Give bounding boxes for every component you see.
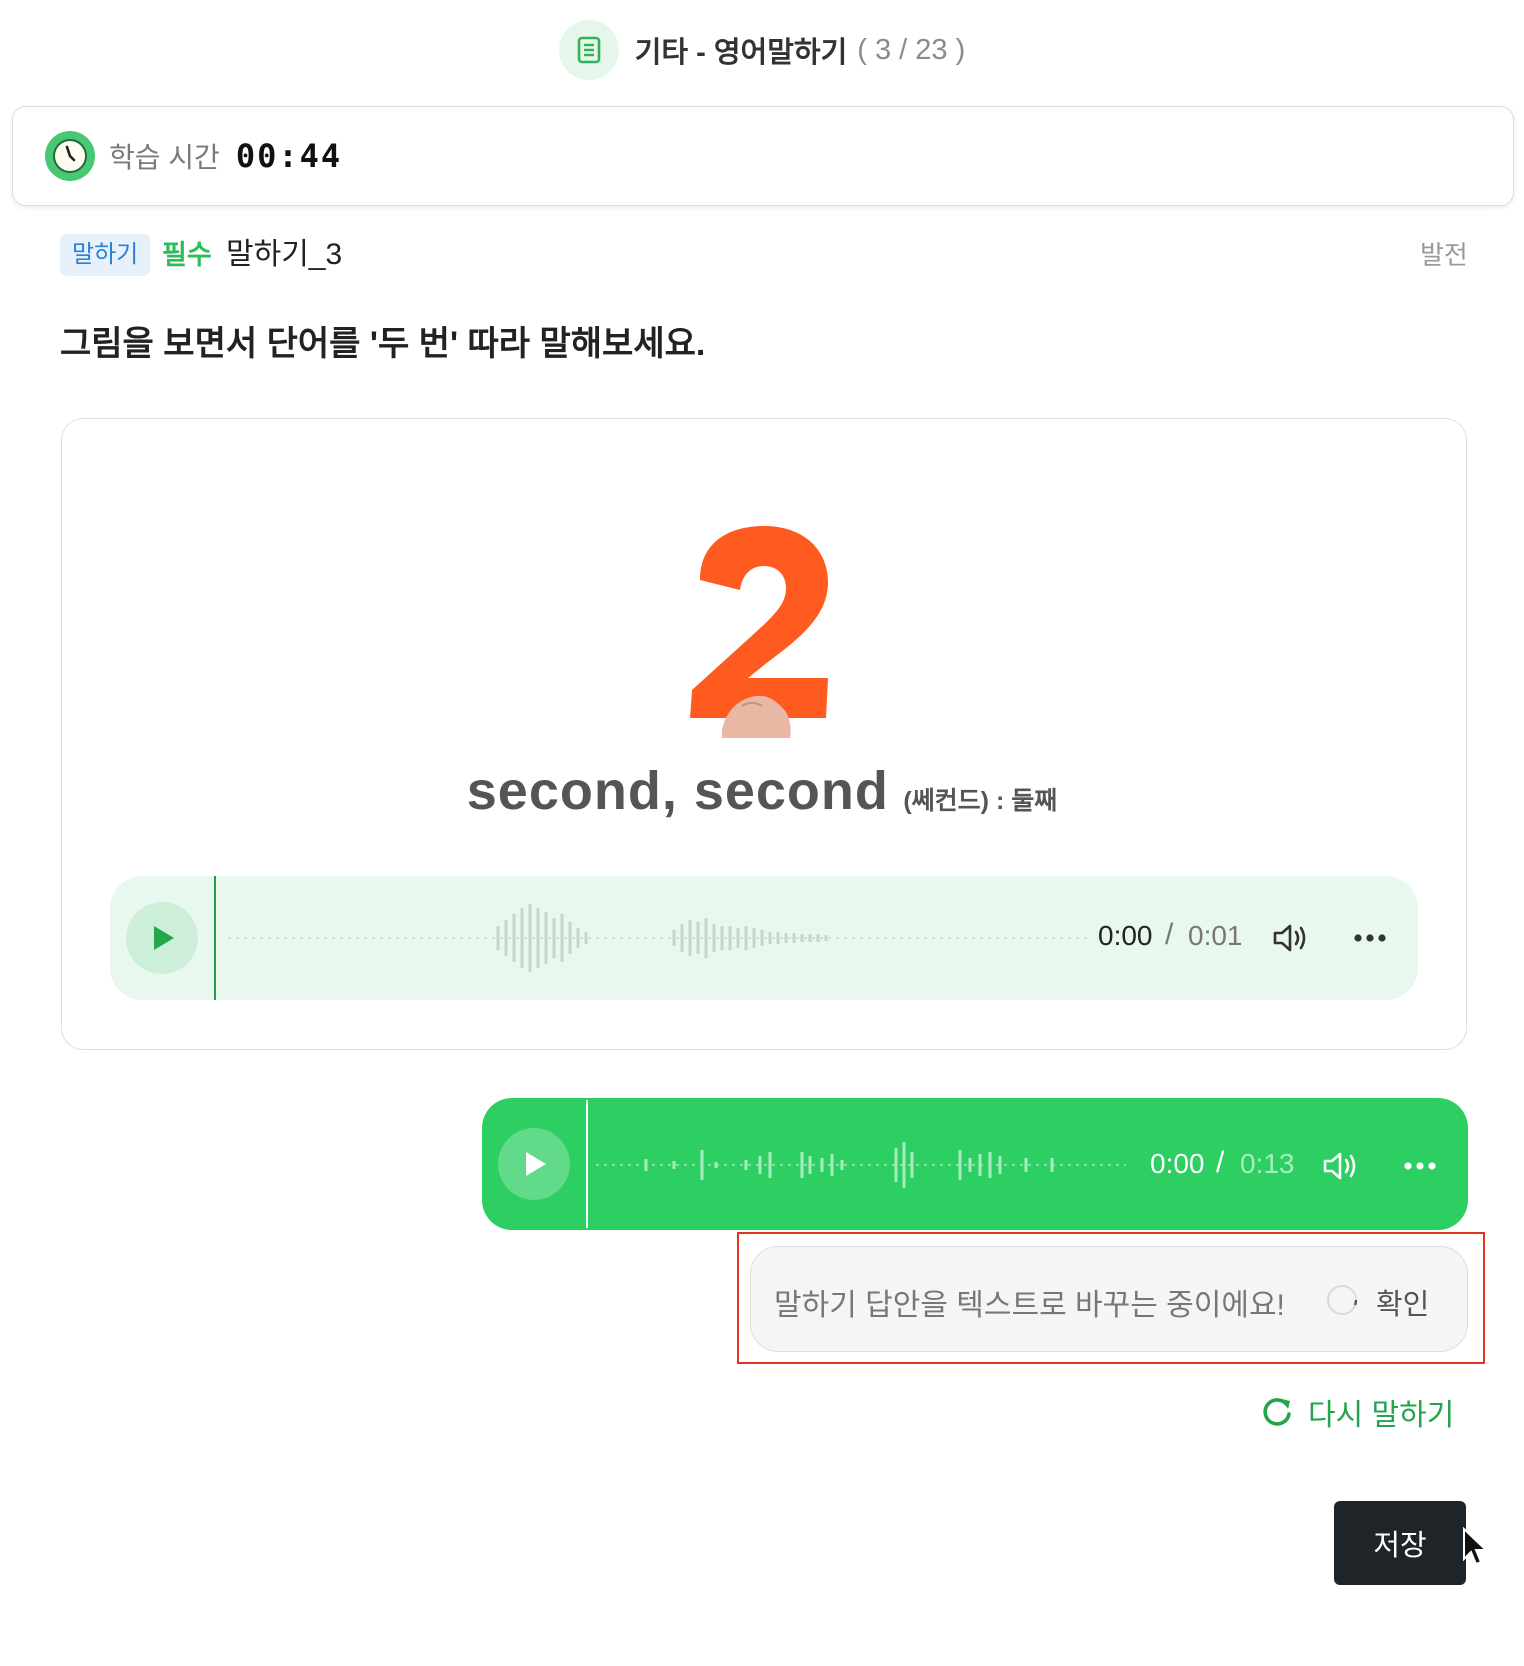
study-time-label: 학습 시간: [109, 142, 220, 173]
transcription-status-text: 말하기 답안을 텍스트로 바꾸는 중이에요!: [774, 1289, 1285, 1322]
save-button[interactable]: 저장: [1334, 1501, 1466, 1585]
word-meaning: (쎄컨드) : 둘째: [903, 787, 1058, 815]
playhead: [586, 1100, 588, 1228]
required-badge: 필수: [162, 240, 212, 270]
question-progress: ( 3 / 23 ): [857, 33, 966, 66]
prompt-duration: 0:01: [1188, 920, 1243, 951]
prompt-play-button[interactable]: [126, 902, 198, 974]
prompt-current-time: 0:00: [1098, 920, 1153, 951]
question-name: 말하기_3: [226, 238, 343, 271]
mouse-cursor-icon: [1463, 1527, 1488, 1566]
answer-play-button[interactable]: [498, 1128, 570, 1200]
play-icon: [154, 926, 174, 950]
instruction-text: 그림을 보면서 단어를 '두 번' 따라 말해보세요.: [60, 325, 706, 363]
answer-current-time: 0:00: [1150, 1148, 1205, 1179]
volume-icon[interactable]: [1320, 1146, 1360, 1186]
loading-spinner-icon: [1327, 1285, 1358, 1315]
answer-waveform[interactable]: [596, 1140, 1126, 1190]
type-badge: 말하기: [60, 234, 151, 276]
page-header: 기타 - 영어말하기 ( 3 / 23 ): [0, 0, 1524, 100]
word-caption: second, second (쎄컨드) : 둘째: [0, 760, 1524, 822]
volume-icon[interactable]: [1270, 918, 1310, 958]
study-timer-card: 학습 시간 00:44: [12, 106, 1514, 206]
confirm-button[interactable]: 확인: [1376, 1281, 1429, 1323]
answer-time-separator: /: [1216, 1146, 1225, 1179]
answer-duration: 0:13: [1240, 1148, 1295, 1179]
target-word: second, second: [466, 761, 889, 821]
more-options-icon[interactable]: [1402, 1148, 1438, 1184]
page-title: 기타 - 영어말하기: [634, 37, 848, 69]
clock-icon: [45, 131, 95, 181]
play-icon: [526, 1152, 546, 1176]
prompt-waveform[interactable]: [228, 900, 1088, 976]
document-icon: [558, 20, 619, 80]
retry-speaking-label: 다시 말하기: [1308, 1399, 1455, 1432]
study-time-value: 00:44: [235, 137, 343, 175]
playhead: [214, 876, 216, 1000]
more-options-icon[interactable]: [1352, 920, 1388, 956]
retry-speaking-button[interactable]: 다시 말하기: [1260, 1390, 1454, 1434]
refresh-icon: [1263, 1398, 1291, 1426]
level-label: 발전: [1420, 240, 1468, 270]
number-two-image: [690, 526, 828, 738]
prompt-time-separator: /: [1165, 918, 1174, 951]
